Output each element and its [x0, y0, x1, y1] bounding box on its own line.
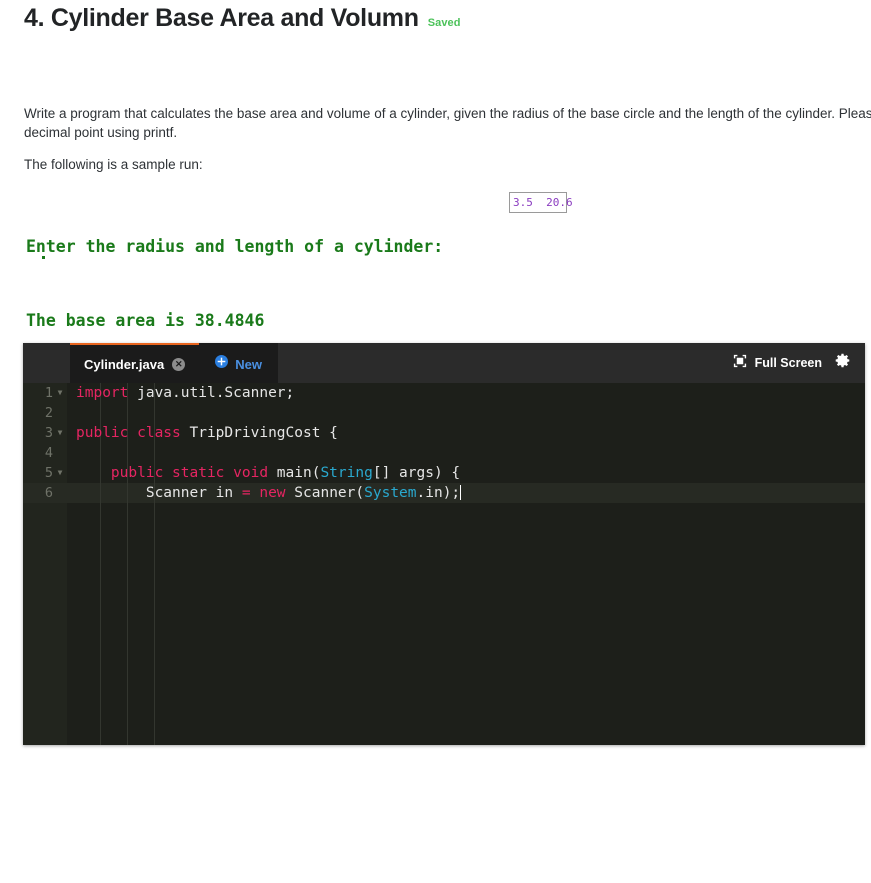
code-line[interactable]: 4	[23, 443, 865, 463]
fold-arrow-icon[interactable]: ▼	[53, 383, 67, 403]
line-number: 3	[44, 425, 53, 441]
editor-tab-strip: Cylinder.java ✕ New	[70, 343, 278, 383]
fold-arrow-icon[interactable]: ▼	[53, 463, 67, 483]
code-editor-panel: Cylinder.java ✕ New Full Screen 1 ▼ impo…	[23, 343, 865, 745]
sample-run-line-2: The base area is 38.4846	[26, 310, 265, 330]
editor-toolbar-right: Full Screen	[733, 343, 851, 383]
terminal-caret	[42, 256, 45, 259]
problem-description: Write a program that calculates the base…	[24, 104, 871, 142]
code-line-text: Scanner in = new Scanner(System.in);	[76, 485, 462, 501]
full-screen-label: Full Screen	[754, 356, 822, 370]
page-header: 4. Cylinder Base Area and Volumn Saved	[24, 4, 461, 33]
gear-icon[interactable]	[834, 352, 851, 374]
code-line-text: public class TripDrivingCost {	[76, 425, 338, 441]
full-screen-button[interactable]: Full Screen	[733, 354, 822, 373]
code-line[interactable]: 5 ▼ public static void main(String[] args…	[23, 463, 865, 483]
line-number: 1	[44, 385, 53, 401]
line-number: 6	[44, 485, 53, 501]
code-line-text: public static void main(String[] args) {	[110, 465, 461, 481]
plus-circle-icon	[215, 355, 229, 373]
code-line-text: import java.util.Scanner;	[76, 385, 295, 401]
code-lines[interactable]: 1 ▼ import java.util.Scanner; 2 3 ▼ public cla…	[23, 383, 865, 503]
new-file-label: New	[235, 356, 262, 372]
sample-input-box: 3.5 20.6	[509, 192, 573, 213]
line-number: 2	[44, 405, 53, 421]
fullscreen-icon	[733, 354, 747, 373]
new-file-button[interactable]: New	[199, 343, 278, 383]
sample-run-line-1: Enter the radius and length of a cylinde…	[26, 237, 444, 256]
code-line[interactable]: 1 ▼ import java.util.Scanner;	[23, 383, 865, 403]
close-icon[interactable]: ✕	[172, 357, 186, 371]
code-line[interactable]: 6 Scanner in = new Scanner(System.in);	[23, 483, 865, 503]
line-number: 5	[44, 465, 53, 481]
problem-description-text: Write a program that calculates the base…	[24, 106, 871, 140]
line-number: 4	[44, 445, 53, 461]
code-line[interactable]: 3 ▼ public class TripDrivingCost {	[23, 423, 865, 443]
status-badge-saved: Saved	[427, 17, 461, 29]
fold-arrow-icon[interactable]: ▼	[53, 423, 67, 443]
page-title: 4. Cylinder Base Area and Volumn	[24, 4, 419, 32]
editor-toolbar: Cylinder.java ✕ New Full Screen	[23, 343, 865, 383]
code-area[interactable]: 1 ▼ import java.util.Scanner; 2 3 ▼ public cla…	[23, 383, 865, 745]
code-line[interactable]: 2	[23, 403, 865, 423]
text-cursor	[460, 485, 462, 500]
editor-tab-label: Cylinder.java	[84, 356, 165, 372]
sample-run-label: The following is a sample run:	[24, 157, 203, 172]
editor-tab-cylinder-java[interactable]: Cylinder.java ✕	[70, 343, 200, 383]
